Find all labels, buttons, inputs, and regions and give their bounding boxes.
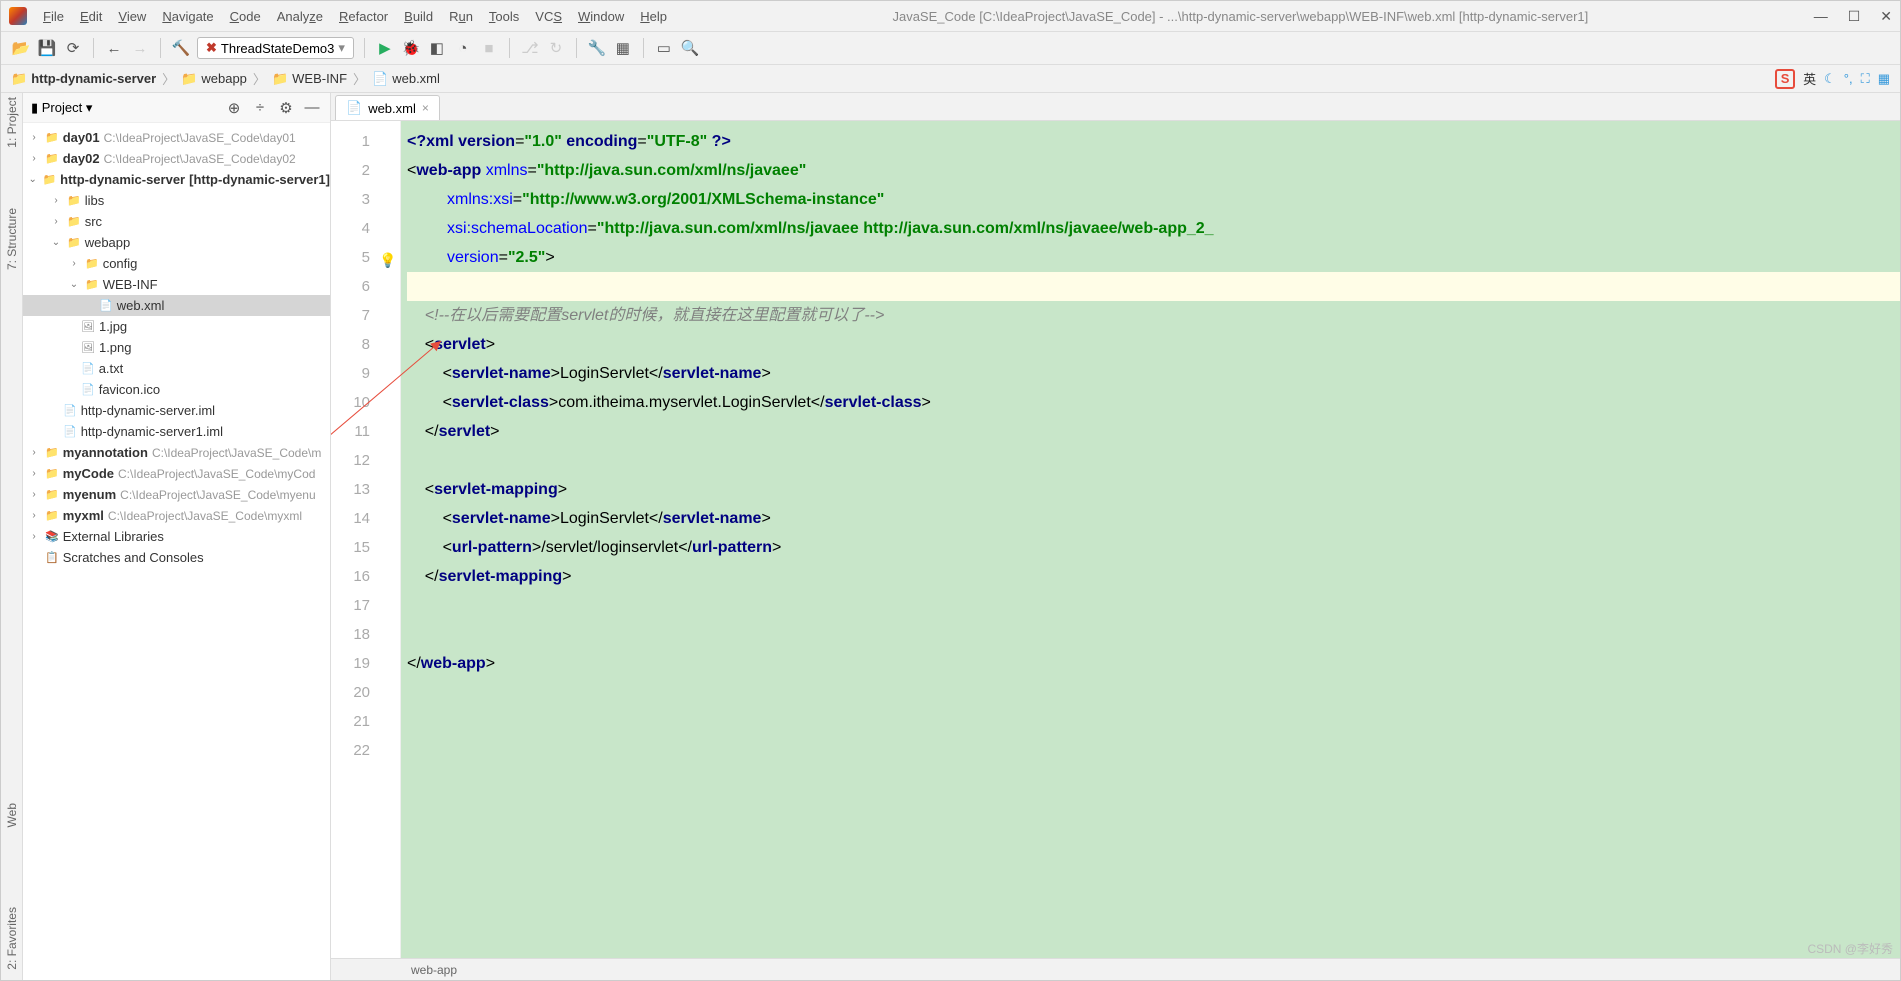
close-button[interactable]: ✕ (1880, 8, 1892, 25)
grid-icon[interactable]: ▦ (1878, 71, 1890, 87)
back-icon[interactable]: ← (104, 38, 124, 58)
run-config-name: ThreadStateDemo3 (221, 41, 334, 56)
error-icon: ✖ (206, 40, 217, 56)
update-icon[interactable]: ↻ (546, 38, 566, 58)
debug-icon[interactable]: 🐞 (401, 38, 421, 58)
menu-file[interactable]: File (43, 9, 64, 24)
menu-analyze[interactable]: Analyze (277, 9, 323, 24)
editor-breadcrumb: web-app CSDN @李好秀 (331, 958, 1900, 980)
tab-web[interactable]: Web (5, 803, 19, 827)
menu-build[interactable]: Build (404, 9, 433, 24)
open-icon[interactable]: 📂 (11, 38, 31, 58)
menu-run[interactable]: Run (449, 9, 473, 24)
menu-navigate[interactable]: Navigate (162, 9, 213, 24)
git-icon[interactable]: ⎇ (520, 38, 540, 58)
crumb-file[interactable]: 📄 web.xml (372, 71, 440, 87)
punct-icon[interactable]: °, (1844, 71, 1853, 86)
run-config-selector[interactable]: ✖ ThreadStateDemo3 ▾ (197, 37, 354, 59)
collapse-icon[interactable]: ÷ (250, 98, 270, 118)
ime-lang[interactable]: 英 (1803, 69, 1816, 88)
tab-favorites[interactable]: 2: Favorites (5, 907, 19, 970)
titlebar: File Edit View Navigate Code Analyze Ref… (1, 1, 1900, 31)
menu-help[interactable]: Help (640, 9, 667, 24)
structure-icon[interactable]: ▦ (613, 38, 633, 58)
intention-bulb-icon[interactable]: 💡 (379, 246, 396, 275)
editor-area: 📄 web.xml × 1234567891011121314151617181… (331, 93, 1900, 980)
refresh-icon[interactable]: ⟳ (63, 38, 83, 58)
crumb-webinf[interactable]: 📁 WEB-INF (272, 71, 347, 87)
run-icon[interactable]: ▶ (375, 38, 395, 58)
project-view-selector[interactable]: ▮ Project ▾ (31, 100, 92, 116)
build-icon[interactable]: 🔨 (171, 38, 191, 58)
moon-icon[interactable]: ☾ (1824, 71, 1836, 87)
left-tool-tabs: 1: Project 7: Structure Web 2: Favorites (1, 93, 23, 980)
main-menu: File Edit View Navigate Code Analyze Ref… (43, 9, 667, 24)
maximize-button[interactable]: ☐ (1848, 8, 1861, 25)
menu-view[interactable]: View (118, 9, 146, 24)
coverage-icon[interactable]: ◧ (427, 38, 447, 58)
forward-icon[interactable]: → (130, 38, 150, 58)
code-editor[interactable]: 12345678910111213141516171819202122 💡 <?… (331, 121, 1900, 958)
save-icon[interactable]: 💾 (37, 38, 57, 58)
menu-vcs[interactable]: VCS (535, 9, 562, 24)
watermark: CSDN @李好秀 (1807, 940, 1893, 957)
xml-file-icon: 📄 (346, 100, 362, 116)
crumb-webapp[interactable]: 📁 webapp (181, 71, 247, 87)
minimize-button[interactable]: — (1814, 8, 1828, 25)
line-gutter: 12345678910111213141516171819202122 💡 (331, 121, 401, 958)
menu-code[interactable]: Code (230, 9, 261, 24)
crumb-module[interactable]: 📁 http-dynamic-server (11, 71, 156, 87)
editor-tab-webxml[interactable]: 📄 web.xml × (335, 95, 440, 120)
sogou-ime-icon[interactable]: S (1775, 69, 1795, 89)
project-panel: ▮ Project ▾ ⊕ ÷ ⚙ — ›📁day01 C:\IdeaProje… (23, 93, 331, 980)
tree-selected-file: 📄web.xml (23, 295, 330, 316)
close-tab-icon[interactable]: × (422, 101, 429, 115)
locate-icon[interactable]: ⊕ (224, 98, 244, 118)
profile-icon[interactable]: ◔ (453, 38, 473, 58)
menu-window[interactable]: Window (578, 9, 624, 24)
menu-refactor[interactable]: Refactor (339, 9, 388, 24)
breadcrumb: 📁 http-dynamic-server 〉 📁 webapp 〉 📁 WEB… (1, 65, 1900, 93)
avd-icon[interactable]: ▭ (654, 38, 674, 58)
menu-edit[interactable]: Edit (80, 9, 102, 24)
tab-project[interactable]: 1: Project (5, 97, 19, 148)
tab-structure[interactable]: 7: Structure (5, 208, 19, 270)
app-logo-icon (9, 7, 27, 25)
toolbar: 📂 💾 ⟳ ← → 🔨 ✖ ThreadStateDemo3 ▾ ▶ 🐞 ◧ ◔… (1, 31, 1900, 65)
crop-icon[interactable]: ⛶ (1861, 71, 1870, 87)
menu-tools[interactable]: Tools (489, 9, 519, 24)
hide-icon[interactable]: — (302, 98, 322, 118)
gear-icon[interactable]: ⚙ (276, 98, 296, 118)
project-tree[interactable]: ›📁day01 C:\IdeaProject\JavaSE_Code\day01… (23, 123, 330, 980)
window-title: JavaSE_Code [C:\IdeaProject\JavaSE_Code]… (667, 9, 1814, 24)
search-icon[interactable]: 🔍 (680, 38, 700, 58)
chevron-down-icon: ▾ (338, 40, 345, 56)
settings-icon[interactable]: 🔧 (587, 38, 607, 58)
stop-icon[interactable]: ■ (479, 38, 499, 58)
